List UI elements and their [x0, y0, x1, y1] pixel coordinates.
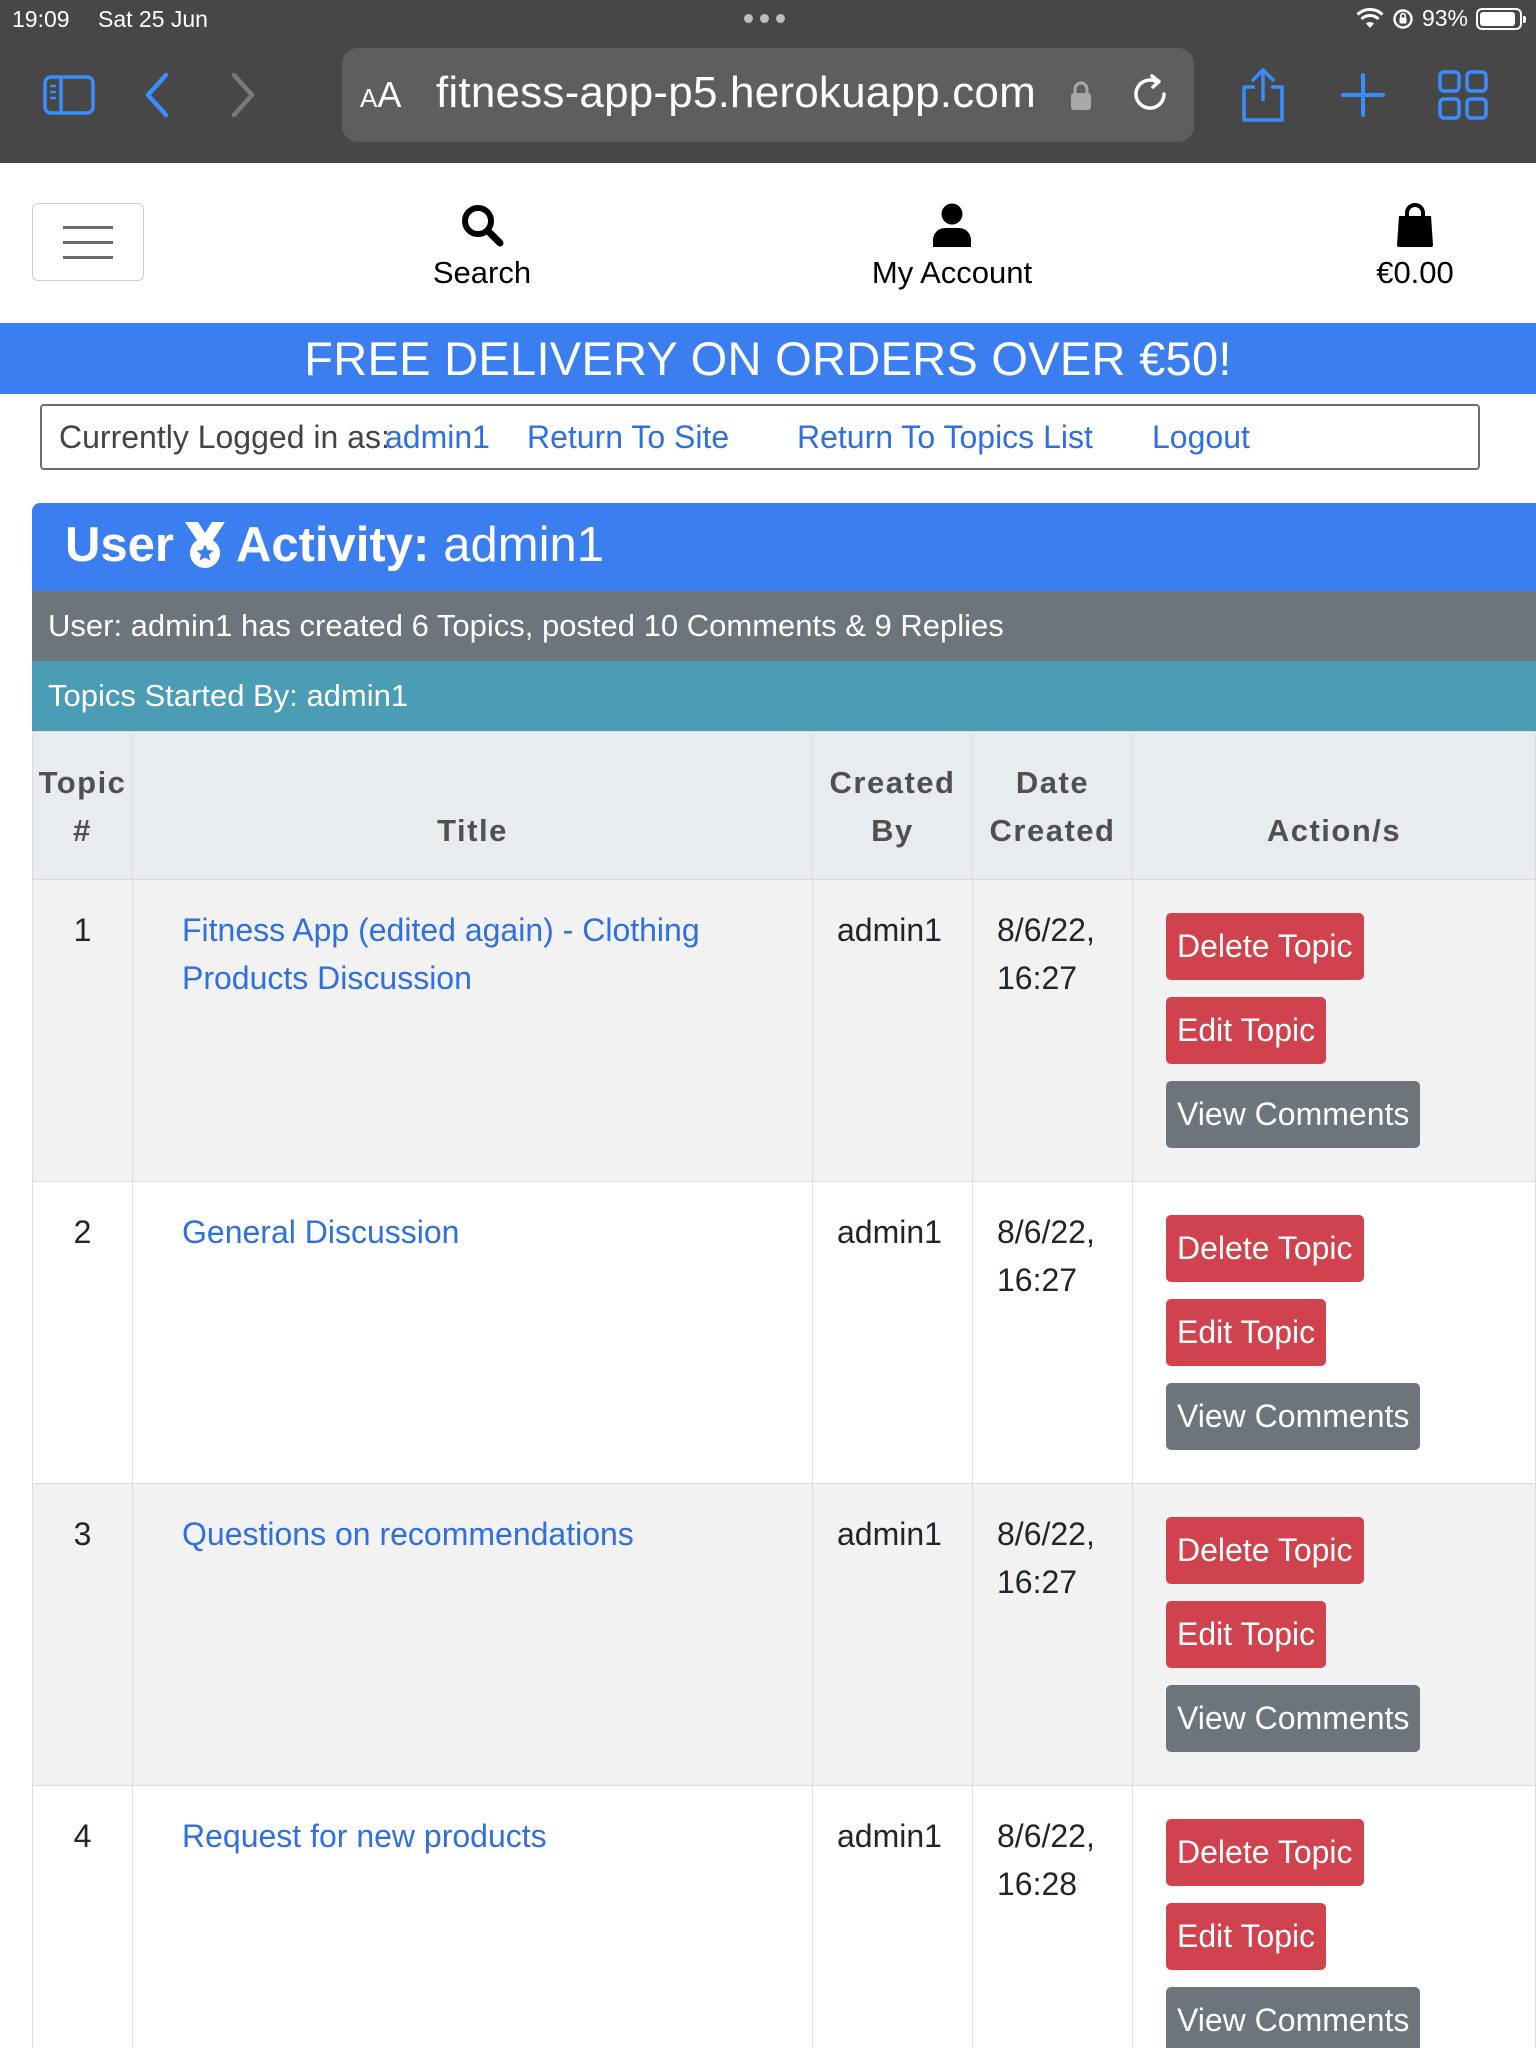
page-title: User Activity: admin1: [65, 518, 605, 572]
login-status-bar: Currently Logged in as: admin1 Return To…: [40, 404, 1480, 470]
topics-heading: Topics Started By: admin1: [32, 661, 1536, 731]
activity-username: admin1: [443, 518, 605, 572]
site-header: Search My Account €0.00: [0, 163, 1536, 323]
status-date: Sat 25 Jun: [98, 6, 208, 32]
topic-number: 2: [32, 1181, 133, 1484]
header-topic-number: Topic #: [32, 731, 133, 880]
bag-nav-item[interactable]: €0.00: [1370, 193, 1460, 291]
activity-header: User Activity: admin1: [32, 503, 1536, 591]
reader-options-button[interactable]: AA: [360, 74, 401, 116]
activity-summary: User: admin1 has created 6 Topics, poste…: [32, 591, 1536, 661]
edit-topic-button[interactable]: Edit Topic: [1166, 1299, 1327, 1366]
menu-toggle-button[interactable]: [32, 203, 144, 281]
delete-topic-button[interactable]: Delete Topic: [1166, 1215, 1364, 1282]
share-icon[interactable]: [1236, 68, 1290, 122]
edit-topic-button[interactable]: Edit Topic: [1166, 997, 1327, 1064]
sidebar-icon[interactable]: [42, 68, 96, 122]
url-text[interactable]: fitness-app-p5.herokuapp.com: [436, 68, 1036, 118]
status-indicators: 93%: [1356, 5, 1526, 32]
delete-topic-button[interactable]: Delete Topic: [1166, 913, 1364, 980]
username-link[interactable]: admin1: [385, 419, 490, 456]
account-label: My Account: [871, 255, 1033, 290]
return-to-topics-link[interactable]: Return To Topics List: [797, 419, 1093, 456]
orientation-lock-icon: [1393, 8, 1413, 29]
shopping-bag-icon: [1370, 193, 1460, 247]
logout-link[interactable]: Logout: [1152, 419, 1250, 456]
date-created: 8/6/22, 16:27: [972, 1483, 1133, 1786]
search-icon: [420, 193, 544, 247]
battery-percent: 93%: [1421, 5, 1468, 31]
search-label: Search: [432, 255, 532, 290]
browser-chrome: 19:09 Sat 25 Jun 93% AA fitness-app-p5.h…: [0, 0, 1536, 163]
user-icon: [860, 193, 1044, 247]
view-comments-button[interactable]: View Comments: [1166, 1383, 1421, 1450]
table-row: 4 Request for new products admin1 8/6/22…: [32, 1785, 1536, 2048]
header-actions: Action/s: [1132, 731, 1536, 880]
search-nav-item[interactable]: Search: [420, 193, 544, 291]
return-to-site-link[interactable]: Return To Site: [527, 419, 729, 456]
view-comments-button[interactable]: View Comments: [1166, 1081, 1421, 1148]
bag-total: €0.00: [1376, 255, 1454, 290]
back-icon[interactable]: [130, 68, 184, 122]
header-title: Title: [132, 731, 813, 880]
lock-icon: [1070, 80, 1092, 117]
table-row: 1 Fitness App (edited again) - Clothing …: [32, 879, 1536, 1182]
medal-icon: [182, 520, 228, 570]
status-bar: 19:09 Sat 25 Jun 93%: [0, 0, 1536, 40]
header-created-by: Created By: [812, 731, 973, 880]
topic-title-link[interactable]: Questions on recommendations: [182, 1516, 634, 1552]
multitasking-dots-icon[interactable]: [744, 14, 785, 23]
delete-topic-button[interactable]: Delete Topic: [1166, 1517, 1364, 1584]
table-row: 2 General Discussion admin1 8/6/22, 16:27…: [32, 1181, 1536, 1484]
date-created: 8/6/22, 16:28: [972, 1785, 1133, 2048]
delivery-banner: FREE DELIVERY ON ORDERS OVER €50!: [0, 323, 1536, 394]
table-header-row: Topic # Title Created By Date Created Actio…: [32, 731, 1536, 880]
date-created: 8/6/22, 16:27: [972, 879, 1133, 1182]
table-row: 3 Questions on recommendations admin1 8/…: [32, 1483, 1536, 1786]
header-date-created: Date Created: [972, 731, 1133, 880]
edit-topic-button[interactable]: Edit Topic: [1166, 1601, 1327, 1668]
edit-topic-button[interactable]: Edit Topic: [1166, 1903, 1327, 1970]
date-created: 8/6/22, 16:27: [972, 1181, 1133, 1484]
topic-number: 1: [32, 879, 133, 1182]
topic-number: 3: [32, 1483, 133, 1786]
topic-title-link[interactable]: Request for new products: [182, 1818, 547, 1854]
new-tab-icon[interactable]: [1336, 68, 1390, 122]
view-comments-button[interactable]: View Comments: [1166, 1685, 1421, 1752]
tabs-overview-icon[interactable]: [1436, 68, 1490, 122]
wifi-icon: [1356, 7, 1384, 28]
delete-topic-button[interactable]: Delete Topic: [1166, 1819, 1364, 1886]
created-by: admin1: [812, 879, 973, 1182]
account-nav-item[interactable]: My Account: [860, 193, 1044, 291]
view-comments-button[interactable]: View Comments: [1166, 1987, 1421, 2048]
topics-table: Topic # Title Created By Date Created Actio…: [32, 731, 1536, 2048]
battery-icon: [1476, 7, 1526, 30]
topic-title-link[interactable]: General Discussion: [182, 1214, 459, 1250]
login-prefix: Currently Logged in as:: [59, 419, 390, 455]
status-time: 19:09: [12, 6, 70, 32]
topic-title-link[interactable]: Fitness App (edited again) - Clothing Pr…: [182, 912, 700, 996]
forward-icon[interactable]: [216, 68, 270, 122]
topic-number: 4: [32, 1785, 133, 2048]
created-by: admin1: [812, 1483, 973, 1786]
created-by: admin1: [812, 1181, 973, 1484]
reload-icon[interactable]: [1128, 72, 1172, 121]
created-by: admin1: [812, 1785, 973, 2048]
address-bar[interactable]: AA fitness-app-p5.herokuapp.com: [342, 48, 1194, 142]
